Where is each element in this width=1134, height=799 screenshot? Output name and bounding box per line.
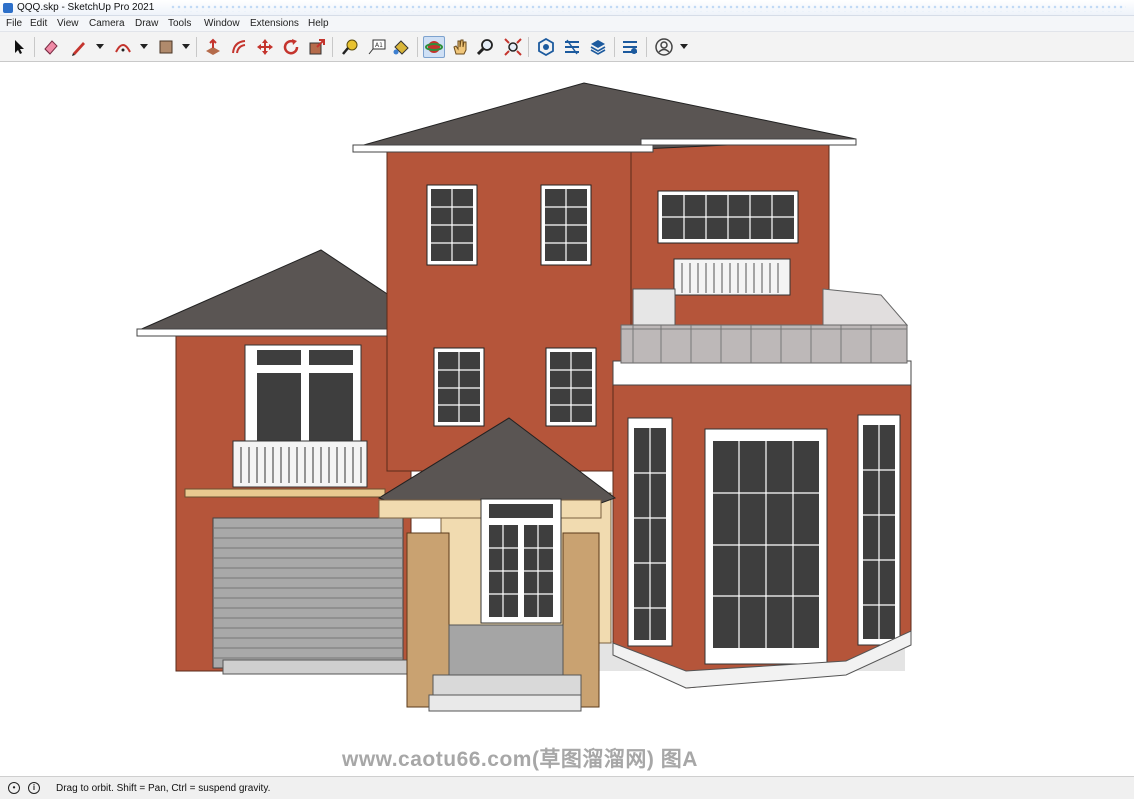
menu-extensions[interactable]: Extensions [250,18,299,29]
left-upper-window-glass [257,373,301,443]
entry-bottom-step [428,694,582,712]
menu-window[interactable]: Window [204,18,240,29]
pan-tool-button[interactable] [449,36,471,58]
info-icon[interactable]: i [28,782,40,794]
offset-tool-button[interactable] [228,36,250,58]
garage-door [212,517,404,669]
svg-text:A1: A1 [375,42,383,49]
menu-help[interactable]: Help [308,18,329,29]
zoom-extents-icon [504,38,522,56]
orbit-icon [425,41,443,53]
eraser-tool-button[interactable] [40,36,62,58]
extension-warehouse-button[interactable] [561,36,583,58]
status-message: Drag to orbit. Shift = Pan, Ctrl = suspe… [56,783,271,794]
warehouse-icon [538,38,554,56]
menu-edit[interactable]: Edit [30,18,47,29]
sketchup-logo-icon [3,3,13,13]
watermark-text: www.caotu66.com(草图溜溜网) 图A [342,748,698,771]
left-balcony-railing [232,440,368,488]
rotate-icon [283,39,299,55]
menu-file[interactable]: File [6,18,22,29]
chevron-down-icon[interactable] [182,44,190,49]
toolbar-separator [417,37,418,57]
zoom-extents-tool-button[interactable] [502,36,524,58]
main-toolbar: A1 [0,32,1134,62]
geo-location-icon[interactable]: • [8,782,20,794]
rectangle-tool-button[interactable] [155,36,177,58]
line-tool-button[interactable] [68,36,90,58]
arc-icon [115,44,131,53]
toolbar-separator [332,37,333,57]
left-wing-fascia [136,328,428,337]
pencil-icon [72,42,85,56]
rotate-tool-button[interactable] [280,36,302,58]
move-icon [257,39,273,55]
tape-measure-icon [342,39,358,55]
toolbar-separator [646,37,647,57]
toolbar-separator [196,37,197,57]
title-bar: QQQ.skp - SketchUp Pro 2021 [0,0,1134,16]
paint-bucket-tool-button[interactable] [390,36,412,58]
window-title: QQQ.skp - SketchUp Pro 2021 [17,2,155,13]
arrow-cursor-icon [15,40,24,54]
paint-bucket-icon [393,40,409,55]
title-bar-decoration [170,4,1126,12]
status-bar: • i Drag to orbit. Shift = Pan, Ctrl = s… [0,776,1134,799]
left-upper-transom [309,350,353,365]
menu-view[interactable]: View [57,18,79,29]
model-viewport[interactable] [1,63,1133,776]
bay-roof-railing [620,324,908,364]
portico-floor [448,624,564,678]
garage-apron [222,659,410,675]
menu-bar: File Edit View Camera Draw Tools Window … [0,16,1134,32]
pan-hand-icon [453,39,467,55]
menu-draw[interactable]: Draw [135,18,158,29]
menu-camera[interactable]: Camera [89,18,125,29]
3d-warehouse-button[interactable] [535,36,557,58]
upper-terrace-railing [673,258,791,296]
chevron-down-icon[interactable] [140,44,148,49]
right-roof-fascia [640,138,857,146]
left-upper-window-glass [309,373,353,443]
toolbar-separator [614,37,615,57]
menu-tools[interactable]: Tools [168,18,191,29]
user-account-icon [655,38,673,56]
rectangle-icon [159,40,173,54]
send-to-layout-button[interactable] [587,36,609,58]
extension-manager-button[interactable] [619,36,641,58]
eraser-icon [44,40,58,55]
entry-door-transom [489,504,553,518]
zoom-icon [477,39,493,56]
offset-icon [232,40,246,54]
toolbar-separator [34,37,35,57]
toolbar-separator [528,37,529,57]
sketchup-window: QQQ.skp - SketchUp Pro 2021 File Edit Vi… [0,0,1134,799]
bay-cornice [612,360,912,386]
push-pull-tool-button[interactable] [202,36,224,58]
zoom-tool-button[interactable] [475,36,497,58]
scale-icon [309,39,325,55]
scale-tool-button[interactable] [306,36,328,58]
terrace-stairs [632,288,676,330]
arc-tool-button[interactable] [112,36,134,58]
tape-measure-tool-button[interactable] [339,36,361,58]
orbit-tool-button[interactable] [423,36,445,58]
left-upper-transom [257,350,301,365]
extension-warehouse-icon [565,39,579,55]
select-tool-button[interactable] [8,36,30,58]
move-tool-button[interactable] [254,36,276,58]
layers-stack-icon [590,40,606,55]
entry-steps [432,674,582,696]
chevron-down-icon[interactable] [96,44,104,49]
text-icon: A1 [368,39,386,55]
push-pull-icon [206,38,220,55]
chevron-down-icon[interactable] [680,44,688,49]
house-model-drawing [136,82,912,712]
text-tool-button[interactable]: A1 [366,36,388,58]
account-button[interactable] [653,36,675,58]
extension-manager-icon [623,41,637,54]
bay-railing-corner [822,288,909,326]
main-roof-fascia [352,144,654,153]
left-wing-belt [184,488,386,498]
